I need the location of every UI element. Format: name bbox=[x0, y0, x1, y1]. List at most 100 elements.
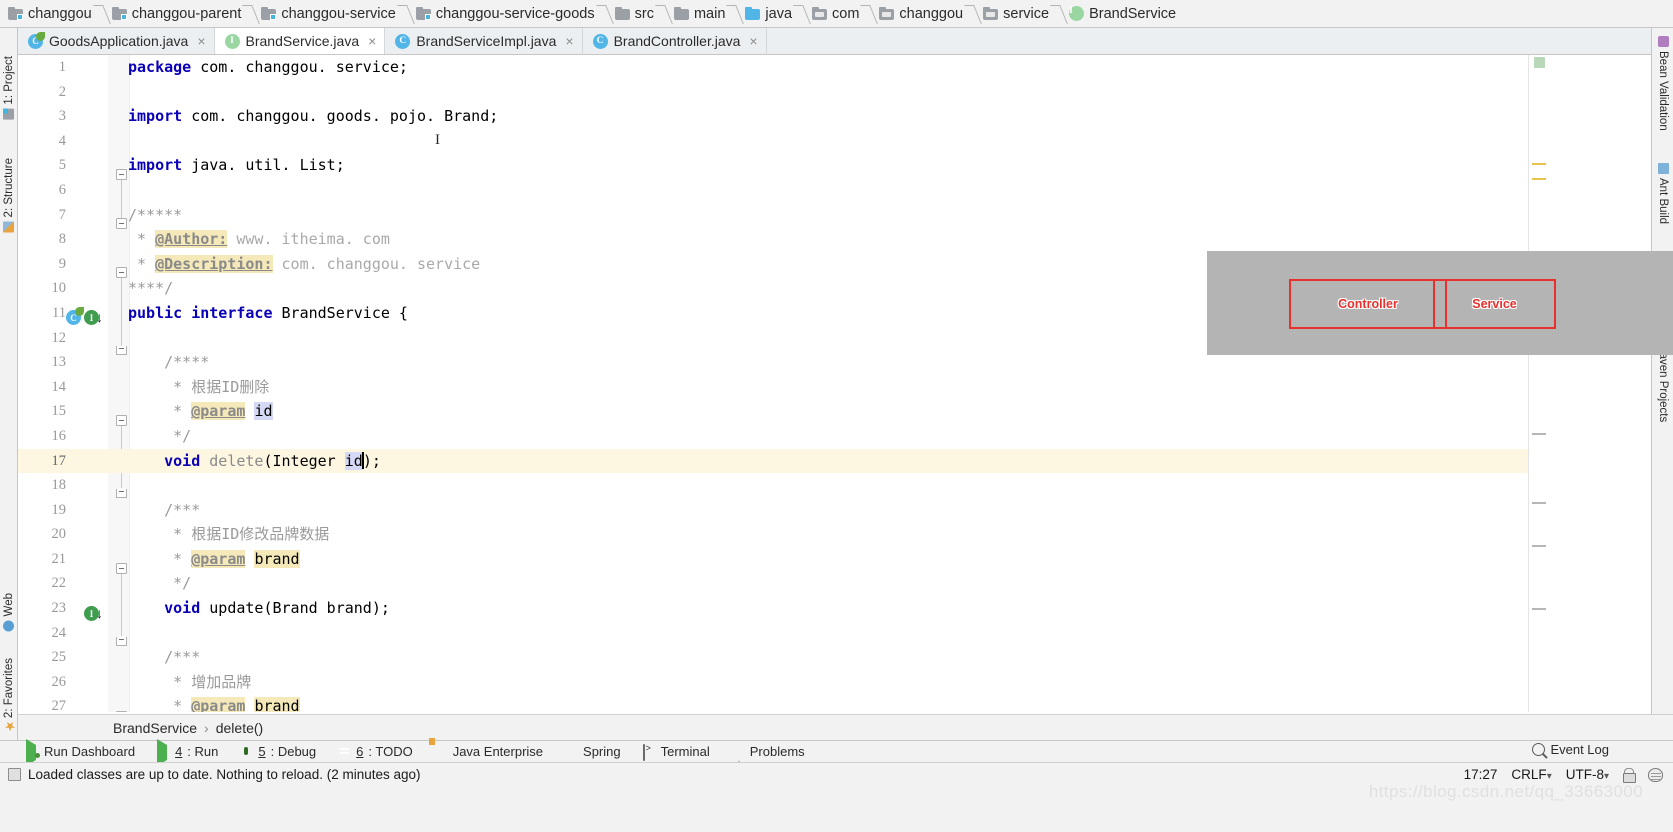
breadcrumb-separator bbox=[966, 0, 979, 28]
structure-class-name[interactable]: BrandService bbox=[113, 720, 197, 736]
breadcrumb-separator bbox=[399, 0, 412, 28]
inspection-status-icon[interactable] bbox=[1534, 57, 1545, 68]
toolwindow-mnemonic: 4 bbox=[175, 744, 183, 759]
tab-brandcontroller[interactable]: C BrandController.java × bbox=[582, 28, 767, 54]
spring-boot-class-icon: C bbox=[28, 31, 45, 49]
breadcrumb-item-changgou[interactable]: changgou bbox=[4, 0, 95, 28]
breadcrumb-item-com[interactable]: com bbox=[808, 0, 862, 28]
breadcrumb-item-brandservice[interactable]: I BrandService bbox=[1065, 0, 1179, 28]
marker-info[interactable] bbox=[1532, 545, 1546, 547]
code-line: 16 */ bbox=[51, 426, 192, 445]
breadcrumb-label: service bbox=[1003, 5, 1050, 22]
toolwindow-label: Terminal bbox=[660, 744, 710, 759]
event-log-button[interactable]: Event Log bbox=[1532, 742, 1609, 757]
left-tool-strip: 1: Project 2: Structure Web ★ 2: Favorit… bbox=[0, 28, 18, 804]
breadcrumb-label: changgou bbox=[28, 5, 92, 22]
sidebar-item-label: 2: Favorites bbox=[3, 658, 15, 719]
code-line: 7/***** bbox=[58, 205, 183, 224]
marker-warning[interactable] bbox=[1532, 178, 1546, 180]
marker-info[interactable] bbox=[1532, 502, 1546, 504]
toolwindow-run[interactable]: 4: Run bbox=[157, 739, 218, 766]
marker-info[interactable] bbox=[1532, 608, 1546, 610]
sidebar-item-project[interactable]: 1: Project bbox=[3, 56, 15, 120]
annotation-box-service: Service bbox=[1433, 279, 1556, 329]
tab-close-icon[interactable]: × bbox=[565, 34, 573, 48]
power-save-icon[interactable] bbox=[1648, 767, 1663, 782]
tab-brandservice[interactable]: I BrandService.java × bbox=[214, 28, 386, 54]
breadcrumb-separator bbox=[728, 0, 741, 28]
breadcrumb-separator bbox=[95, 0, 108, 28]
source-folder-icon bbox=[745, 7, 761, 20]
breadcrumb-item-service-pkg[interactable]: service bbox=[979, 0, 1052, 28]
status-message[interactable]: Loaded classes are up to date. Nothing t… bbox=[8, 767, 421, 782]
ant-build-icon bbox=[1657, 163, 1669, 174]
toolwindow-terminal[interactable]: Terminal bbox=[642, 744, 710, 761]
code-line: 18 bbox=[51, 477, 67, 494]
code-line: 25 /*** bbox=[51, 648, 201, 667]
status-encoding[interactable]: UTF-8▾ bbox=[1566, 767, 1609, 782]
problems-icon bbox=[731, 745, 746, 772]
tab-goodsapplication[interactable]: C GoodsApplication.java × bbox=[18, 28, 215, 54]
status-bar-right: 17:27 CRLF▾ UTF-8▾ bbox=[1464, 767, 1663, 783]
tab-close-icon[interactable]: × bbox=[749, 34, 757, 48]
breadcrumb-item-java[interactable]: java bbox=[741, 0, 795, 28]
code-editor[interactable]: C I ↓ I ↓ 1 package com. changgou. servic… bbox=[18, 55, 1547, 712]
favorites-star-icon: ★ bbox=[1, 718, 17, 734]
sidebar-item-label: Bean Validation bbox=[1657, 51, 1669, 131]
intellij-window: changgou changgou-parent changgou-servic… bbox=[0, 0, 1673, 832]
run-dashboard-icon bbox=[26, 739, 40, 766]
annotation-box-controller: Controller bbox=[1289, 279, 1447, 329]
module-icon bbox=[415, 7, 431, 20]
toolwindow-debug[interactable]: 5: Debug bbox=[240, 744, 316, 759]
breadcrumb-label: main bbox=[693, 5, 726, 22]
status-line-separator[interactable]: CRLF▾ bbox=[1511, 767, 1551, 782]
toolwindow-todo[interactable]: 6: TODO bbox=[338, 744, 413, 759]
marker-info[interactable] bbox=[1532, 433, 1546, 435]
toolwindow-mnemonic: 5 bbox=[258, 744, 266, 759]
tab-brandserviceimpl[interactable]: C BrandServiceImpl.java × bbox=[385, 28, 583, 54]
breadcrumb-item-main[interactable]: main bbox=[670, 0, 728, 28]
code-lines[interactable]: 1 package com. changgou. service; 2 3 impo… bbox=[18, 55, 1547, 712]
code-line: 3 import com. changgou. goods. pojo. Bran… bbox=[58, 107, 499, 126]
web-icon bbox=[3, 620, 15, 632]
code-line: 27 * @param brand bbox=[18, 694, 1547, 712]
toolwindow-label: Spring bbox=[583, 744, 621, 759]
tab-label: BrandController.java bbox=[613, 33, 741, 49]
breadcrumb-label: changgou bbox=[899, 5, 964, 22]
annotation-label: Service bbox=[1472, 297, 1517, 311]
breadcrumb-item-changgou-parent[interactable]: changgou-parent bbox=[108, 0, 245, 28]
code-line: 4 bbox=[58, 132, 66, 149]
toolwindow-run-dashboard[interactable]: Run Dashboard bbox=[26, 739, 135, 766]
breadcrumb-item-src[interactable]: src bbox=[611, 0, 657, 28]
run-icon bbox=[157, 739, 170, 766]
sidebar-item-favorites[interactable]: ★ 2: Favorites bbox=[1, 658, 17, 734]
sidebar-item-structure[interactable]: 2: Structure bbox=[3, 158, 15, 233]
structure-member-name[interactable]: delete() bbox=[216, 720, 263, 736]
sidebar-item-bean-validation[interactable]: Bean Validation bbox=[1657, 36, 1669, 131]
sidebar-item-web[interactable]: Web bbox=[3, 593, 15, 632]
analysis-marker-gutter[interactable] bbox=[1528, 55, 1547, 712]
tab-close-icon[interactable]: × bbox=[368, 34, 376, 48]
todo-icon bbox=[338, 745, 351, 758]
breadcrumb-item-changgou-pkg[interactable]: changgou bbox=[875, 0, 966, 28]
breadcrumb-label: src bbox=[634, 5, 654, 22]
editor-tab-bar: C GoodsApplication.java × I BrandService… bbox=[18, 28, 1673, 55]
inspection-icon bbox=[8, 768, 21, 781]
toolwindow-spring[interactable]: Spring bbox=[565, 744, 621, 759]
sidebar-item-ant-build[interactable]: Ant Build bbox=[1657, 163, 1669, 224]
breadcrumb-item-changgou-service-goods[interactable]: changgou-service-goods bbox=[412, 0, 598, 28]
lock-icon[interactable] bbox=[1623, 768, 1636, 783]
toolwindow-problems[interactable]: Problems bbox=[731, 744, 805, 772]
module-icon bbox=[261, 7, 277, 20]
module-icon bbox=[8, 7, 23, 20]
toolwindow-java-enterprise[interactable]: Java Enterprise bbox=[435, 744, 543, 759]
breadcrumb-separator bbox=[598, 0, 611, 28]
annotation-label: Controller bbox=[1338, 297, 1398, 311]
tab-close-icon[interactable]: × bbox=[197, 34, 205, 48]
marker-warning[interactable] bbox=[1532, 163, 1546, 165]
breadcrumb-item-changgou-service[interactable]: changgou-service bbox=[257, 0, 398, 28]
toolwindow-label: Java Enterprise bbox=[452, 744, 544, 759]
module-icon bbox=[111, 7, 127, 20]
status-message-text: Loaded classes are up to date. Nothing t… bbox=[28, 767, 421, 782]
interface-icon: I bbox=[1069, 6, 1085, 21]
